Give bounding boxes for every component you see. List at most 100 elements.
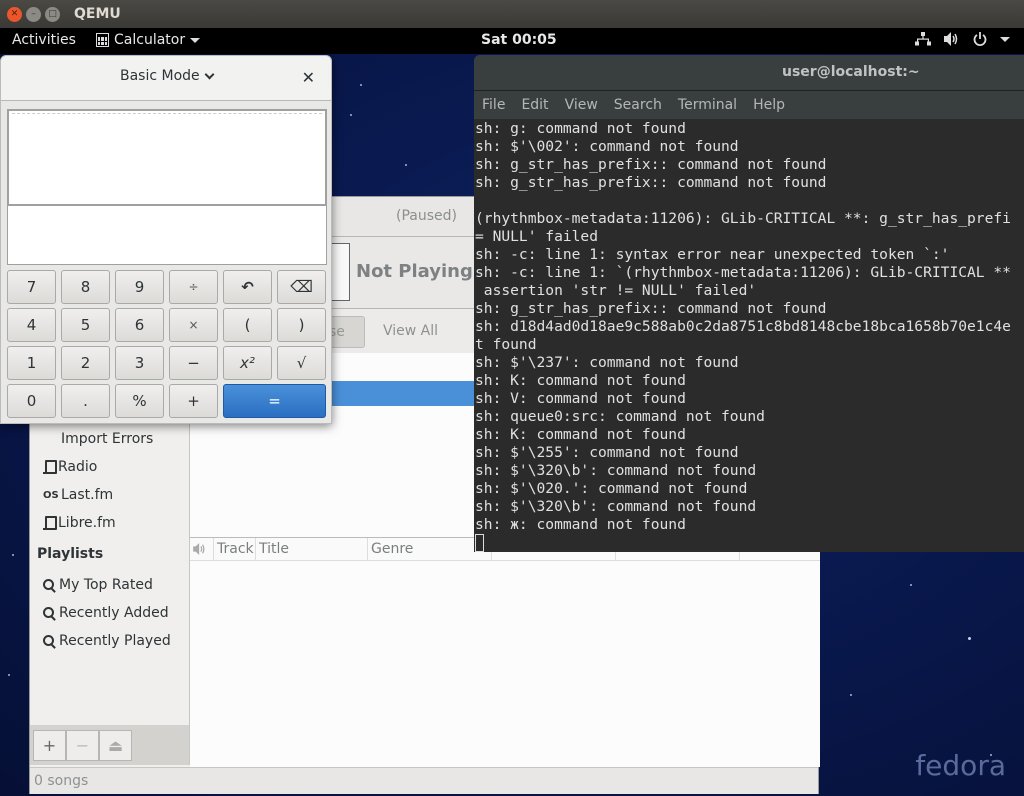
- terminal-line: sh: g_str_has_prefix:: command not found: [475, 174, 827, 191]
- status-bar: 0 songs: [30, 767, 818, 794]
- btn-close-paren[interactable]: ): [277, 308, 326, 342]
- sidebar-item-librefm[interactable]: Libre.fm: [43, 515, 116, 531]
- view-all-button[interactable]: View All: [383, 323, 438, 339]
- add-playlist-button[interactable]: +: [33, 730, 66, 761]
- btn-9[interactable]: 9: [115, 270, 164, 304]
- terminal-line: sh: $'\002': command not found: [475, 138, 739, 155]
- btn-equals[interactable]: =: [223, 384, 326, 418]
- calculator-icon: [96, 33, 109, 47]
- terminal-line: sh: K: command not found: [475, 372, 686, 389]
- lastfm-icon: OS: [43, 489, 59, 501]
- calculator-header: Basic Mode ✕: [1, 56, 331, 101]
- btn-0[interactable]: 0: [7, 384, 56, 418]
- close-button[interactable]: ✕: [302, 68, 315, 87]
- sidebar-item-label: Recently Played: [59, 633, 171, 649]
- sidebar-item-label: Recently Added: [59, 605, 169, 621]
- power-icon: [973, 32, 987, 46]
- btn-2[interactable]: 2: [61, 346, 110, 380]
- btn-3[interactable]: 3: [115, 346, 164, 380]
- btn-divide[interactable]: ÷: [169, 270, 218, 304]
- btn-square[interactable]: x²: [223, 346, 272, 380]
- sidebar-item-label: My Top Rated: [59, 577, 153, 593]
- playlists-heading: Playlists: [37, 546, 104, 562]
- activities-button[interactable]: Activities: [12, 32, 76, 48]
- terminal-line: sh: $'\255': command not found: [475, 444, 739, 461]
- sidebar-toolbar: + − ⏏: [30, 725, 190, 765]
- terminal-line: sh: -c: line 1: syntax error near unexpe…: [475, 246, 950, 263]
- terminal-line: t found: [475, 336, 537, 353]
- btn-sqrt[interactable]: √: [277, 346, 326, 380]
- playing-column[interactable]: [190, 538, 214, 561]
- track-column[interactable]: Track: [214, 538, 256, 561]
- menu-view[interactable]: View: [565, 91, 598, 119]
- terminal-line: sh: K: command not found: [475, 426, 686, 443]
- app-menu-button[interactable]: Calculator: [96, 32, 201, 48]
- btn-7[interactable]: 7: [7, 270, 56, 304]
- terminal-line: sh: V: command not found: [475, 390, 686, 407]
- gnome-topbar: Activities Calculator Sat 00:05: [0, 28, 1024, 54]
- btn-multiply[interactable]: ×: [169, 308, 218, 342]
- play-status: (Paused): [396, 208, 457, 224]
- track-list[interactable]: [190, 561, 820, 767]
- clock[interactable]: Sat 00:05: [481, 32, 557, 48]
- fedora-logo: fedora: [915, 749, 1006, 782]
- volume-icon: [944, 32, 958, 46]
- history-view: [7, 109, 327, 206]
- btn-decimal[interactable]: .: [61, 384, 110, 418]
- terminal-line: sh: $'\237': command not found: [475, 354, 739, 371]
- sidebar-item-radio[interactable]: Radio: [43, 459, 97, 475]
- btn-6[interactable]: 6: [115, 308, 164, 342]
- qemu-close-button[interactable]: ✕: [7, 7, 22, 22]
- terminal-title: user@localhost:~: [782, 64, 920, 80]
- system-tray[interactable]: [915, 32, 1010, 46]
- btn-5[interactable]: 5: [61, 308, 110, 342]
- menu-help[interactable]: Help: [753, 91, 785, 119]
- mode-label: Basic Mode: [120, 68, 200, 84]
- sidebar-item-my-top-rated[interactable]: My Top Rated: [43, 577, 153, 593]
- search-icon: [43, 606, 56, 620]
- title-column[interactable]: Title: [256, 538, 368, 561]
- btn-1[interactable]: 1: [7, 346, 56, 380]
- terminal-line: sh: ж: command not found: [475, 516, 686, 533]
- menu-terminal[interactable]: Terminal: [678, 91, 737, 119]
- undo-button[interactable]: ↶: [223, 270, 272, 304]
- terminal-line: (rhythmbox-metadata:11206): GLib-CRITICA…: [475, 210, 1011, 227]
- menu-edit[interactable]: Edit: [521, 91, 548, 119]
- terminal-line: sh: g_str_has_prefix:: command not found: [475, 300, 827, 317]
- terminal-output[interactable]: sh: g: command not found sh: $'\002': co…: [474, 120, 1024, 552]
- terminal-line: sh: queue0:src: command not found: [475, 408, 765, 425]
- now-playing-label: Not Playing: [356, 261, 473, 282]
- terminal-menubar: File Edit View Search Terminal Help: [474, 91, 1024, 119]
- btn-subtract[interactable]: −: [169, 346, 218, 380]
- sidebar-item-import-errors[interactable]: Import Errors: [61, 431, 153, 447]
- calculator-window: Basic Mode ✕ 7 8 9 ÷ ↶ ⌫ 4 5 6 × ( ) 1 2…: [0, 55, 332, 424]
- btn-open-paren[interactable]: (: [223, 308, 272, 342]
- btn-4[interactable]: 4: [7, 308, 56, 342]
- terminal-line: assertion 'str != NULL' failed': [475, 282, 757, 299]
- qemu-minimize-button[interactable]: –: [26, 7, 41, 22]
- sidebar-item-lastfm[interactable]: OS Last.fm: [43, 487, 113, 503]
- menu-file[interactable]: File: [482, 91, 505, 119]
- terminal-line: sh: g_str_has_prefix:: command not found: [475, 156, 827, 173]
- radio-icon: [43, 460, 57, 474]
- sidebar-item-recently-played[interactable]: Recently Played: [43, 633, 171, 649]
- search-icon: [43, 578, 56, 592]
- terminal-line: sh: $'\320\b': command not found: [475, 498, 757, 515]
- qemu-maximize-button[interactable]: □: [45, 7, 60, 22]
- btn-add[interactable]: +: [169, 384, 218, 418]
- btn-8[interactable]: 8: [61, 270, 110, 304]
- menu-search[interactable]: Search: [614, 91, 662, 119]
- eject-button[interactable]: ⏏: [99, 730, 132, 761]
- calc-entry[interactable]: [7, 206, 327, 265]
- app-menu-label: Calculator: [114, 32, 186, 48]
- terminal-titlebar: user@localhost:~: [474, 55, 1024, 91]
- sidebar-item-recently-added[interactable]: Recently Added: [43, 605, 169, 621]
- mode-selector[interactable]: Basic Mode: [120, 68, 215, 84]
- terminal-line: sh: $'\020.': command not found: [475, 480, 748, 497]
- btn-percent[interactable]: %: [115, 384, 164, 418]
- terminal-line: sh: -c: line 1: `(rhythmbox-metadata:112…: [475, 264, 1011, 281]
- terminal-line: sh: $'\320\b': command not found: [475, 462, 757, 479]
- remove-playlist-button[interactable]: −: [66, 730, 99, 761]
- backspace-button[interactable]: ⌫: [277, 270, 326, 304]
